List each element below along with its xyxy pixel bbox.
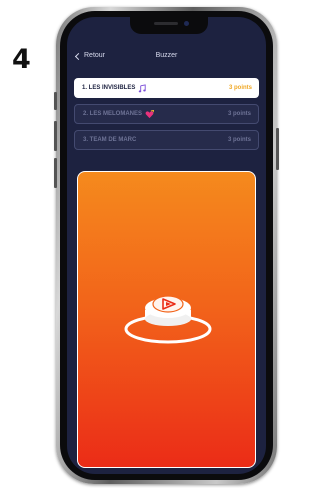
phone-volume-down (54, 158, 57, 188)
phone-screen: Retour Buzzer 1. LES INVISIBLES 3 points… (67, 17, 266, 474)
team-points: 3 points (227, 111, 251, 117)
step-number: 4 (12, 44, 31, 75)
team-points: 3 points (228, 85, 252, 91)
team-row-1[interactable]: 1. LES INVISIBLES 3 points (74, 78, 259, 98)
phone-mute-switch (54, 92, 57, 110)
team-name: 3. TEAM DE MARC (83, 137, 137, 143)
heart-ribbon-icon (145, 109, 155, 118)
screen-title: Buzzer (155, 52, 178, 59)
phone-volume-up (54, 121, 57, 151)
team-row-2[interactable]: 2. LES MELOMANES 3 points (74, 104, 259, 124)
phone-power-button (276, 128, 279, 170)
phone-notch (130, 17, 208, 34)
stage: 4 Retour Buzzer 1. LES INVISIBLES 3 poin… (0, 0, 284, 488)
buzzer-panel[interactable] (77, 171, 256, 468)
nav-bar: Retour Buzzer (67, 49, 266, 63)
musical-notes-icon (139, 83, 147, 92)
team-name: 2. LES MELOMANES (83, 111, 143, 117)
team-name-wrap: 2. LES MELOMANES (83, 109, 155, 119)
team-name-wrap: 3. TEAM DE MARC (83, 137, 136, 143)
team-row-3[interactable]: 3. TEAM DE MARC 3 points (74, 130, 259, 150)
team-name-wrap: 1. LES INVISIBLES (82, 83, 147, 93)
phone-camera (184, 21, 189, 26)
phone-speaker (154, 22, 178, 25)
team-points: 3 points (227, 137, 251, 143)
team-name: 1. LES INVISIBLES (82, 85, 136, 91)
buzzer-button-icon[interactable] (123, 277, 213, 347)
